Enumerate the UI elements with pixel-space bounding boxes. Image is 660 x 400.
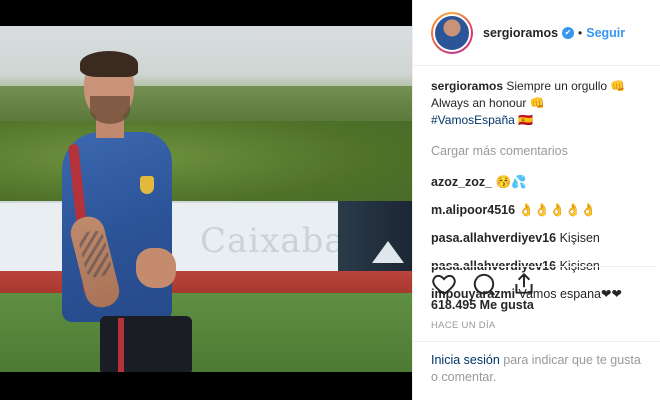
post-timestamp[interactable]: HACE UN DÍA: [431, 320, 496, 331]
verified-badge-icon: ✔: [562, 26, 575, 39]
follow-button[interactable]: Seguir: [586, 26, 625, 40]
comment-text: 👌👌👌👌👌: [518, 203, 597, 217]
load-more-comments-button[interactable]: Cargar más comentarios: [431, 143, 657, 160]
player-shorts: [100, 316, 192, 372]
player-beard: [90, 96, 130, 124]
login-link[interactable]: Inicia sesión: [431, 353, 500, 367]
post-caption: sergioramos Siempre un orgullo 👊 Always …: [431, 78, 657, 129]
player-fist: [136, 248, 176, 288]
comment-icon[interactable]: [471, 271, 497, 297]
login-prompt: Inicia sesión para indicar que te gusta …: [413, 341, 660, 400]
comment-item: m.alipoor4516 👌👌👌👌👌: [431, 202, 657, 219]
instagram-post: Caixabank sergioramos ✔ • Seguir sergior…: [0, 0, 660, 400]
player-crest: [140, 176, 154, 194]
comment-username[interactable]: pasa.allahverdiyev16: [431, 231, 556, 245]
header-separator: •: [578, 25, 583, 40]
post-actions: [431, 266, 657, 297]
comment-item: azoz_zoz_ 😚💦: [431, 174, 657, 191]
share-icon[interactable]: [511, 271, 537, 297]
caption-hashtag[interactable]: #VamosEspaña 🇪🇸: [431, 113, 533, 127]
caption-line-1: Siempre un orgullo 👊: [506, 79, 626, 93]
post-sidebar: sergioramos ✔ • Seguir sergioramos Siemp…: [412, 0, 660, 400]
caption-username[interactable]: sergioramos: [431, 79, 503, 93]
caption-line-2: Always an honour 👊: [431, 96, 545, 110]
header-username[interactable]: sergioramos: [483, 26, 558, 40]
post-photo[interactable]: Caixabank: [0, 26, 412, 372]
post-media: Caixabank: [0, 0, 412, 400]
avatar: [433, 13, 471, 52]
comment-username[interactable]: azoz_zoz_: [431, 175, 492, 189]
likes-count[interactable]: 618.495 Me gusta: [431, 298, 534, 312]
heart-icon[interactable]: [431, 271, 457, 297]
comment-text: 😚💦: [495, 175, 527, 189]
comment-text: Kişisen: [559, 231, 600, 245]
comment-username[interactable]: m.alipoor4516: [431, 203, 515, 217]
avatar-story-ring[interactable]: [431, 11, 473, 54]
player-hair: [80, 51, 138, 77]
post-header: sergioramos ✔ • Seguir: [413, 0, 660, 66]
photo-player: [0, 26, 412, 372]
comment-item: pasa.allahverdiyev16 Kişisen: [431, 230, 657, 247]
player-shorts-stripe: [118, 318, 124, 372]
